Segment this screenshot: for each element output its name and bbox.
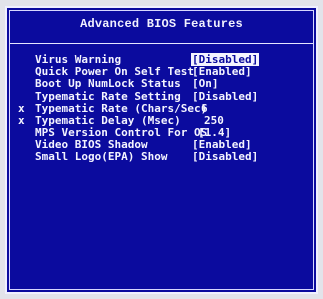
- bios-screen: Advanced BIOS Features Virus Warning [Di…: [0, 0, 323, 299]
- setting-label: Small Logo(EPA) Show: [35, 150, 168, 163]
- setting-value[interactable]: [Disabled]: [192, 150, 258, 163]
- setting-label: Boot Up NumLock Status: [35, 77, 181, 90]
- title-divider: [10, 43, 313, 44]
- setting-value[interactable]: [On]: [192, 77, 219, 90]
- advanced-bios-features-panel: Advanced BIOS Features Virus Warning [Di…: [5, 6, 318, 294]
- setting-row-small-logo-epa-show[interactable]: Small Logo(EPA) Show [Disabled]: [10, 150, 313, 163]
- page-title: Advanced BIOS Features: [80, 17, 243, 31]
- setting-row-boot-up-numlock-status[interactable]: Boot Up NumLock Status [On]: [10, 77, 313, 90]
- panel-inner-border: Advanced BIOS Features Virus Warning [Di…: [9, 10, 314, 290]
